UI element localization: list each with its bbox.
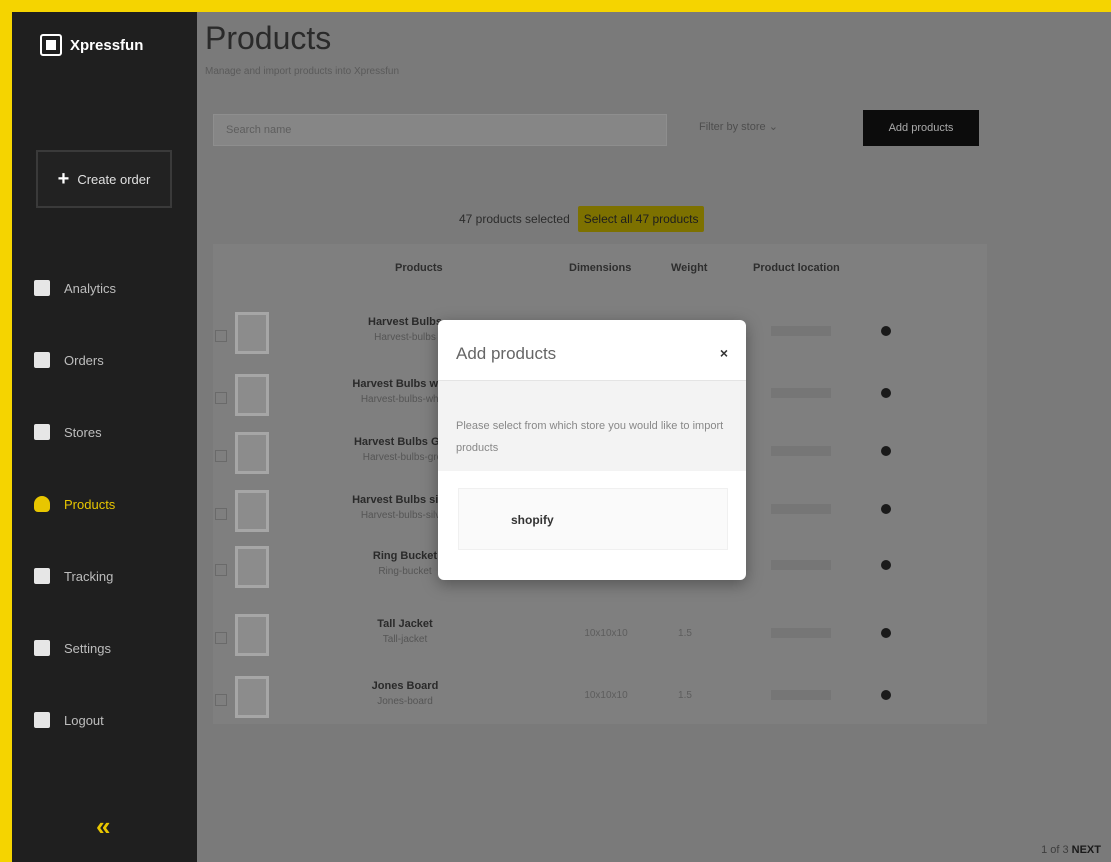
modal-title: Add products — [456, 344, 557, 363]
selection-count: 47 products selected — [459, 212, 570, 226]
row-checkbox[interactable] — [215, 330, 227, 342]
stores-icon — [34, 424, 50, 440]
table-row[interactable]: Jones Board Jones-board 10x10x10 1.5 — [215, 676, 985, 730]
modal-description: Please select from which store you would… — [456, 420, 724, 454]
select-all-button[interactable]: Select all 47 products — [577, 206, 705, 232]
sidebar-item-label: Stores — [64, 424, 102, 440]
sidebar-item-label: Logout — [64, 712, 104, 728]
sidebar-item-label: Settings — [64, 640, 111, 656]
modal-header: Add products × — [438, 320, 746, 381]
sidebar-item-stores[interactable]: Stores — [34, 396, 116, 468]
product-sku: Jones-board — [377, 696, 433, 707]
analytics-icon — [34, 280, 50, 296]
row-actions-icon[interactable] — [881, 446, 891, 456]
products-icon — [34, 496, 50, 512]
sidebar: Xpressfun + Create order Analytics Order… — [12, 12, 197, 862]
selection-bar: 47 products selected Select all 47 produ… — [459, 206, 705, 232]
column-header-location[interactable]: Product location — [753, 262, 840, 274]
product-sku: Tall-jacket — [382, 634, 428, 645]
filter-store-dropdown[interactable]: Filter by store ⌄ — [699, 120, 778, 133]
column-header-products[interactable]: Products — [395, 262, 443, 274]
row-checkbox[interactable] — [215, 508, 227, 520]
chevron-down-icon: ⌄ — [768, 121, 778, 133]
sidebar-item-analytics[interactable]: Analytics — [34, 252, 116, 324]
plus-icon: + — [57, 167, 70, 190]
product-thumbnail — [235, 312, 269, 354]
row-actions-icon[interactable] — [881, 388, 891, 398]
product-name: Jones Board — [371, 680, 439, 692]
product-location — [771, 388, 831, 398]
row-actions-icon[interactable] — [881, 560, 891, 570]
table-row[interactable]: Tall Jacket Tall-jacket 10x10x10 1.5 — [215, 614, 985, 668]
sidebar-item-label: Analytics — [64, 280, 117, 296]
pagination: 1 of 3 NEXT — [1041, 844, 1101, 856]
close-icon[interactable]: × — [720, 345, 728, 361]
row-checkbox[interactable] — [215, 564, 227, 576]
sidebar-item-products[interactable]: Products — [34, 468, 116, 540]
row-actions-icon[interactable] — [881, 690, 891, 700]
sidebar-item-label: Tracking — [64, 568, 114, 584]
logo[interactable]: Xpressfun — [40, 34, 143, 56]
create-order-label: Create order — [77, 171, 151, 187]
row-actions-icon[interactable] — [881, 326, 891, 336]
column-header-weight[interactable]: Weight — [671, 262, 707, 274]
filter-label: Filter by store — [699, 121, 766, 133]
product-dimensions: 10x10x10 — [584, 628, 628, 639]
sidebar-item-tracking[interactable]: Tracking — [34, 540, 116, 612]
sidebar-nav: Analytics Orders Stores Products Trackin… — [34, 252, 116, 756]
logout-icon — [34, 712, 50, 728]
product-weight: 1.5 — [678, 690, 692, 701]
product-thumbnail — [235, 374, 269, 416]
product-location — [771, 504, 831, 514]
add-products-modal: Add products × Please select from which … — [438, 320, 746, 580]
logo-icon — [40, 34, 62, 56]
sidebar-item-orders[interactable]: Orders — [34, 324, 116, 396]
product-thumbnail — [235, 490, 269, 532]
row-checkbox[interactable] — [215, 450, 227, 462]
page-title: Products — [205, 20, 332, 56]
product-thumbnail — [235, 676, 269, 718]
app-name: Xpressfun — [70, 36, 144, 54]
collapse-icon[interactable]: « — [96, 811, 111, 842]
create-order-button[interactable]: + Create order — [36, 150, 172, 208]
product-location — [771, 446, 831, 456]
column-header-dimensions[interactable]: Dimensions — [569, 262, 631, 274]
product-thumbnail — [235, 546, 269, 588]
sidebar-item-settings[interactable]: Settings — [34, 612, 116, 684]
orders-icon — [34, 352, 50, 368]
sidebar-item-logout[interactable]: Logout — [34, 684, 116, 756]
store-option-shopify[interactable]: shopify — [458, 488, 728, 550]
product-location — [771, 628, 831, 638]
settings-icon — [34, 640, 50, 656]
row-checkbox[interactable] — [215, 392, 227, 404]
store-option-label: shopify — [511, 513, 554, 527]
row-actions-icon[interactable] — [881, 628, 891, 638]
product-location — [771, 690, 831, 700]
row-actions-icon[interactable] — [881, 504, 891, 514]
search-input[interactable]: Search name — [213, 114, 667, 146]
product-location — [771, 326, 831, 336]
product-location — [771, 560, 831, 570]
modal-body: Please select from which store you would… — [438, 381, 746, 471]
sidebar-item-label: Products — [64, 496, 116, 512]
row-checkbox[interactable] — [215, 632, 227, 644]
product-dimensions: 10x10x10 — [584, 690, 628, 701]
product-thumbnail — [235, 614, 269, 656]
pagination-text: 1 of 3 — [1041, 844, 1069, 856]
sidebar-item-label: Orders — [64, 352, 104, 368]
next-page-button[interactable]: NEXT — [1072, 844, 1101, 856]
add-products-button[interactable]: Add products — [863, 110, 979, 146]
product-thumbnail — [235, 432, 269, 474]
product-weight: 1.5 — [678, 628, 692, 639]
tracking-icon — [34, 568, 50, 584]
product-name: Tall Jacket — [377, 618, 433, 630]
page-subtitle: Manage and import products into Xpressfu… — [205, 66, 399, 77]
row-checkbox[interactable] — [215, 694, 227, 706]
